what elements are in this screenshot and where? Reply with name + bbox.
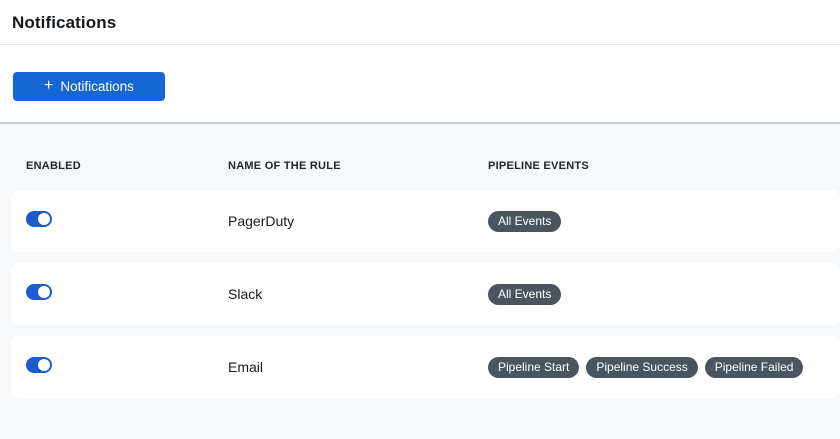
enabled-toggle[interactable] [26, 357, 52, 373]
toggle-knob [38, 213, 50, 225]
notifications-table: ENABLED NAME OF THE RULE PIPELINE EVENTS… [0, 122, 840, 439]
pipeline-event-badge: All Events [488, 211, 561, 232]
table-body: PagerDuty All Events Slack All Events Em… [0, 190, 840, 398]
table-row: PagerDuty All Events [11, 190, 840, 252]
pipeline-event-badge: Pipeline Failed [705, 357, 804, 378]
title-bar: Notifications [0, 0, 840, 45]
toolbar: + Notifications [0, 45, 840, 122]
toggle-knob [38, 359, 50, 371]
enabled-cell [26, 284, 228, 305]
rule-name: PagerDuty [228, 213, 488, 229]
enabled-cell [26, 211, 228, 232]
add-notifications-button-label: Notifications [60, 79, 134, 94]
table-row: Slack All Events [11, 263, 840, 325]
enabled-toggle[interactable] [26, 211, 52, 227]
pipeline-event-badge: Pipeline Start [488, 357, 579, 378]
page-title: Notifications [0, 0, 116, 33]
rule-name: Email [228, 359, 488, 375]
enabled-toggle[interactable] [26, 284, 52, 300]
plus-icon: + [44, 78, 53, 94]
pipeline-events-cell: All Events [488, 284, 840, 305]
rule-name: Slack [228, 286, 488, 302]
pipeline-events-cell: All Events [488, 211, 840, 232]
table-header-row: ENABLED NAME OF THE RULE PIPELINE EVENTS [0, 124, 840, 190]
pipeline-events-cell: Pipeline Start Pipeline Success Pipeline F… [488, 357, 840, 378]
pipeline-event-badge: All Events [488, 284, 561, 305]
pipeline-event-badge: Pipeline Success [586, 357, 697, 378]
column-header-enabled: ENABLED [26, 160, 228, 172]
table-row: Email Pipeline StartPipeline SuccessPipe… [11, 336, 840, 398]
add-notifications-button[interactable]: + Notifications [13, 72, 165, 101]
enabled-cell [26, 357, 228, 378]
column-header-events: PIPELINE EVENTS [488, 160, 840, 172]
toggle-knob [38, 286, 50, 298]
column-header-name: NAME OF THE RULE [228, 160, 488, 172]
